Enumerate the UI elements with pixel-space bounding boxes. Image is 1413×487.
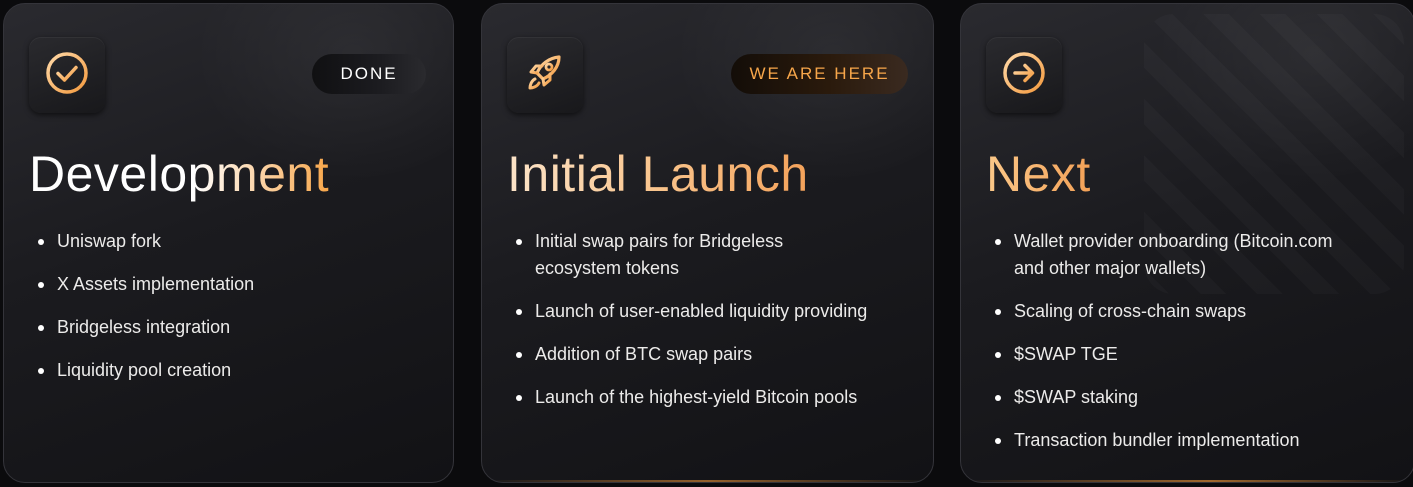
arrow-right-circle-icon (1000, 49, 1048, 102)
card-title: Initial Launch (507, 146, 809, 202)
list-item: Addition of BTC swap pairs (514, 341, 924, 368)
card-icon-box (29, 37, 105, 113)
check-circle-icon (43, 49, 91, 102)
status-badge: WE ARE HERE (731, 54, 908, 94)
card-icon-box (986, 37, 1062, 113)
list-item: Transaction bundler implementation (993, 427, 1403, 454)
list-item: Launch of user-enabled liquidity providi… (514, 298, 924, 325)
milestone-list: Initial swap pairs for Bridgeless ecosys… (514, 228, 924, 427)
list-item: Wallet provider onboarding (Bitcoin.com … (993, 228, 1354, 282)
status-badge: DONE (312, 54, 426, 94)
list-item: Launch of the highest-yield Bitcoin pool… (514, 384, 924, 411)
milestone-list: Wallet provider onboarding (Bitcoin.com … (993, 228, 1403, 470)
list-item: Initial swap pairs for Bridgeless ecosys… (514, 228, 835, 282)
card-glow (961, 480, 1413, 482)
list-item: Scaling of cross-chain swaps (993, 298, 1403, 325)
milestone-list: Uniswap fork X Assets implementation Bri… (36, 228, 446, 400)
card-glow (482, 480, 933, 482)
card-icon-box (507, 37, 583, 113)
rocket-icon (521, 49, 569, 102)
roadmap-card-next: Next Wallet provider onboarding (Bitcoin… (960, 3, 1413, 483)
list-item: Uniswap fork (36, 228, 446, 255)
roadmap-card-development: DONE Development Uniswap fork X Assets i… (3, 3, 454, 483)
card-title: Development (29, 146, 330, 202)
list-item: X Assets implementation (36, 271, 446, 298)
list-item: Liquidity pool creation (36, 357, 446, 384)
roadmap-card-initial-launch: WE ARE HERE Initial Launch Initial swap … (481, 3, 934, 483)
list-item: Bridgeless integration (36, 314, 446, 341)
card-title: Next (986, 146, 1091, 202)
list-item: $SWAP staking (993, 384, 1403, 411)
list-item: $SWAP TGE (993, 341, 1403, 368)
